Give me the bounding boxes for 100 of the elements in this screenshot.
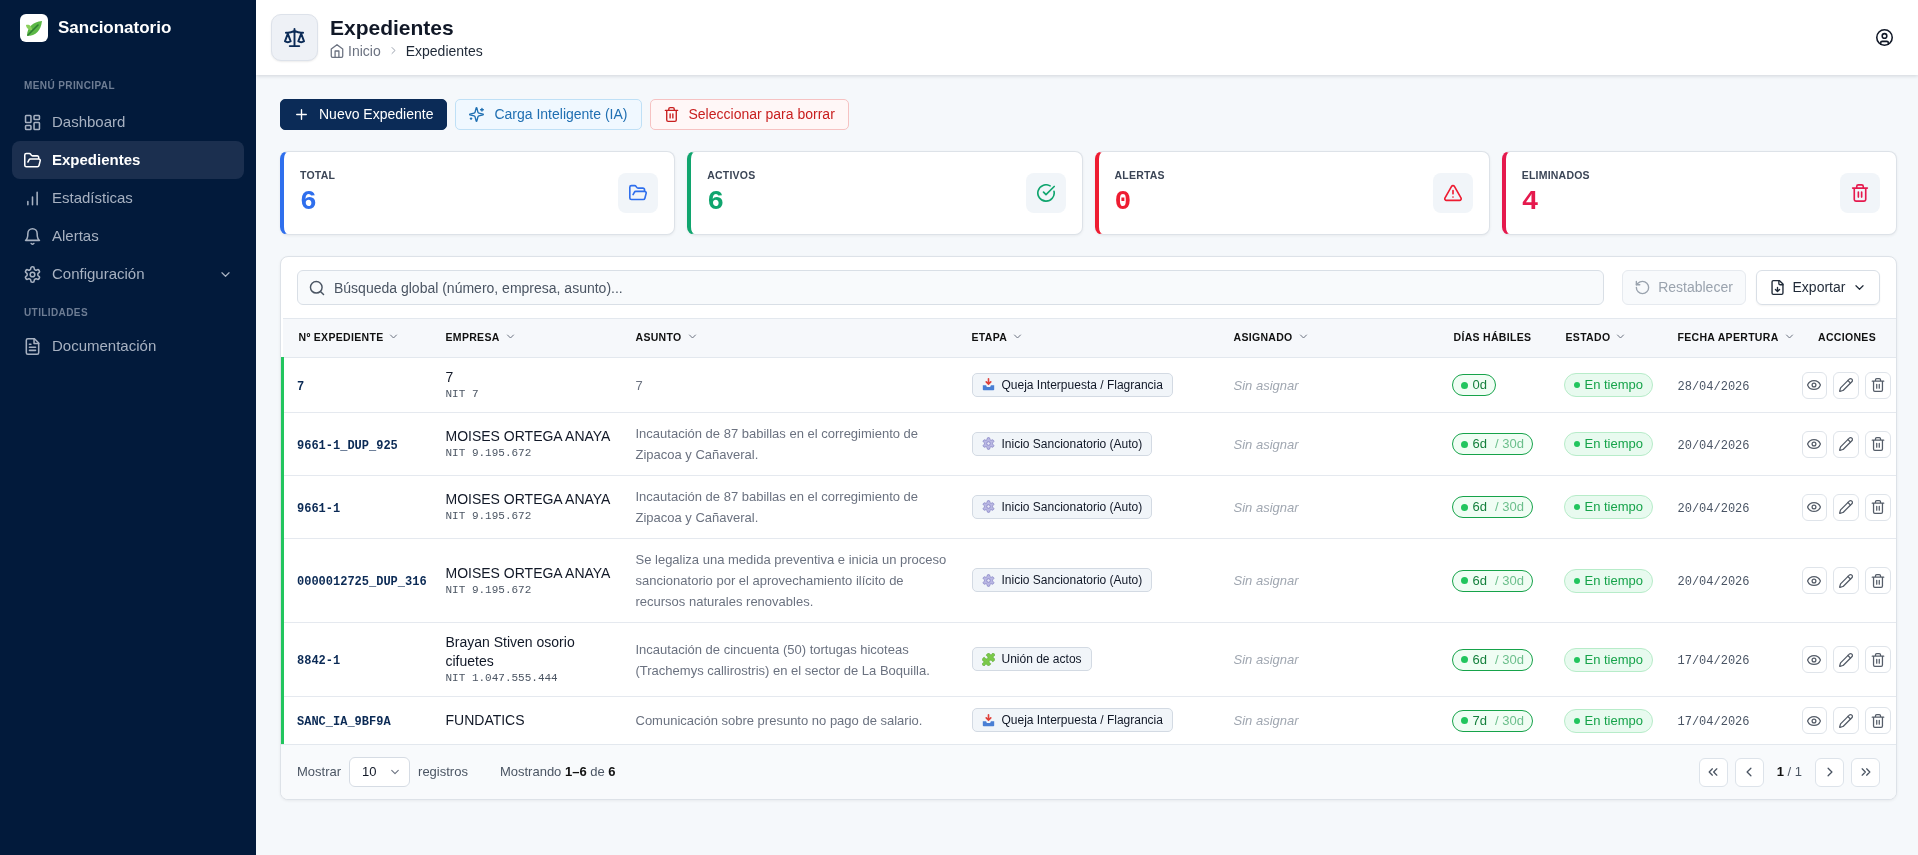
days-elapsed: 6d	[1472, 498, 1487, 517]
pencil-icon	[1839, 500, 1853, 514]
page-indicator: 1 / 1	[1776, 763, 1802, 782]
days-elapsed: 6d	[1472, 650, 1487, 669]
trash-icon	[1870, 713, 1885, 728]
case-number[interactable]: 9661-1	[297, 501, 341, 516]
column-header[interactable]: EMPRESA	[437, 318, 628, 358]
case-number[interactable]: 9661-1_DUP_925	[297, 438, 398, 453]
case-number[interactable]: SANC_IA_9BF9A	[297, 715, 391, 729]
column-header[interactable]: ESTADO	[1557, 318, 1670, 358]
eye-icon	[1807, 652, 1822, 667]
app-title: Sancionatorio	[58, 17, 172, 40]
pencil-icon	[1839, 713, 1853, 728]
column-header[interactable]: ETAPA	[963, 318, 1226, 358]
gear-icon	[981, 500, 995, 514]
tax-id: NIT 9.195.672	[445, 509, 533, 524]
eye-icon	[1807, 378, 1822, 392]
status-dot-icon	[1573, 717, 1580, 724]
stat-label: TOTAL	[300, 168, 336, 182]
search-field[interactable]: Búsqueda global (número, empresa, asunto)...	[297, 270, 1604, 305]
delete-button[interactable]	[1864, 646, 1891, 673]
edit-button[interactable]	[1833, 567, 1859, 594]
tax-id: NIT 9.195.672	[445, 446, 533, 461]
sidebar-item[interactable]: Configuración	[12, 255, 244, 293]
sidebar-item[interactable]: Dashboard	[12, 103, 244, 141]
status-dot-icon	[1460, 577, 1468, 585]
file-download-icon	[1769, 280, 1785, 295]
pencil-icon	[1839, 437, 1853, 451]
column-header[interactable]: Nº EXPEDIENTE	[282, 318, 438, 358]
case-number[interactable]: 8842-1	[297, 654, 341, 668]
sidebar-item[interactable]: Documentación	[12, 327, 244, 365]
edit-button[interactable]	[1833, 493, 1859, 521]
view-button[interactable]	[1801, 493, 1828, 521]
days-elapsed: 7d	[1472, 711, 1487, 730]
view-button[interactable]	[1801, 646, 1828, 673]
last-page-button[interactable]	[1851, 757, 1880, 787]
view-button[interactable]	[1801, 567, 1828, 594]
edit-button[interactable]	[1833, 707, 1859, 734]
export-button[interactable]: Exportar	[1756, 270, 1880, 305]
sidebar-item[interactable]: Expedientes	[12, 141, 244, 179]
column-header[interactable]: ASUNTO	[627, 318, 964, 358]
view-button[interactable]	[1801, 430, 1828, 458]
trash-icon	[1870, 378, 1885, 392]
section-heading: UTILIDADES	[23, 306, 89, 320]
view-button[interactable]	[1801, 707, 1828, 734]
case-subject: Comunicación sobre presunto no pago de salario.	[635, 712, 924, 730]
column-header: DÍAS HÁBILES	[1445, 318, 1558, 358]
column-header[interactable]: FECHA APERTURA	[1669, 318, 1794, 358]
days-limit: / 30d	[1494, 650, 1524, 669]
case-subject: Incautación de 87 babillas en el corregimiento de Zipacoa y Cañaveral.	[635, 488, 920, 527]
eye-icon	[1807, 713, 1822, 728]
ai-upload-button[interactable]: Carga Inteligente (IA)	[455, 99, 642, 130]
edit-button[interactable]	[1833, 646, 1859, 673]
company-name: FUNDATICS	[445, 711, 526, 730]
view-button[interactable]	[1801, 371, 1828, 399]
stage-label: Inicio Sancionatorio (Auto)	[1001, 435, 1143, 452]
page-size-select[interactable]: 10	[349, 757, 411, 787]
delete-button[interactable]	[1864, 493, 1891, 521]
show-label: Mostrar	[297, 763, 342, 782]
column-header[interactable]: ASIGNADO	[1225, 318, 1446, 358]
delete-button[interactable]	[1864, 371, 1891, 399]
gear-icon	[981, 573, 995, 587]
trash-icon	[663, 107, 679, 122]
case-subject: 7	[635, 376, 644, 395]
new-case-button[interactable]: Nuevo Expediente	[280, 99, 448, 130]
delete-button[interactable]	[1864, 430, 1891, 458]
status-dot-icon	[1573, 577, 1580, 584]
sidebar-item[interactable]: Estadísticas	[12, 179, 244, 217]
status-dot-icon	[1573, 504, 1580, 510]
status-dot-icon	[1460, 440, 1468, 448]
tax-id: NIT 9.195.672	[445, 582, 533, 598]
case-number[interactable]: 7	[297, 379, 305, 394]
delete-button[interactable]	[1864, 567, 1891, 594]
company-name: MOISES ORTEGA ANAYA	[445, 563, 612, 583]
case-number[interactable]: 0000012725_DUP_316	[297, 575, 427, 589]
sidebar-item[interactable]: Alertas	[12, 217, 244, 255]
search-icon	[309, 279, 325, 296]
folder-icon	[24, 151, 41, 169]
opening-date: 17/04/2026	[1677, 654, 1750, 668]
first-page-button[interactable]	[1698, 757, 1728, 787]
home-icon	[330, 43, 344, 58]
edit-button[interactable]	[1833, 430, 1859, 458]
select-delete-button[interactable]: Seleccionar para borrar	[649, 99, 849, 130]
stat-value: 6	[300, 186, 318, 218]
eye-icon	[1807, 437, 1822, 451]
user-account-icon[interactable]	[1876, 29, 1893, 46]
edit-button[interactable]	[1833, 371, 1859, 399]
stage-label: Unión de actos	[1001, 651, 1082, 668]
scales-icon	[271, 14, 318, 61]
days-limit: / 30d	[1494, 435, 1524, 454]
records-summary: Mostrando 1–6 de 6	[499, 763, 616, 782]
opening-date: 20/04/2026	[1677, 438, 1750, 453]
settings-icon	[24, 265, 41, 283]
eye-icon	[1807, 573, 1822, 588]
stage-label: Queja Interpuesta / Flagrancia	[1001, 376, 1163, 393]
status-dot-icon	[1460, 717, 1468, 725]
days-limit: / 30d	[1494, 571, 1524, 590]
breadcrumb-link[interactable]: Inicio	[330, 40, 381, 61]
document-icon	[24, 337, 41, 355]
delete-button[interactable]	[1864, 707, 1891, 734]
